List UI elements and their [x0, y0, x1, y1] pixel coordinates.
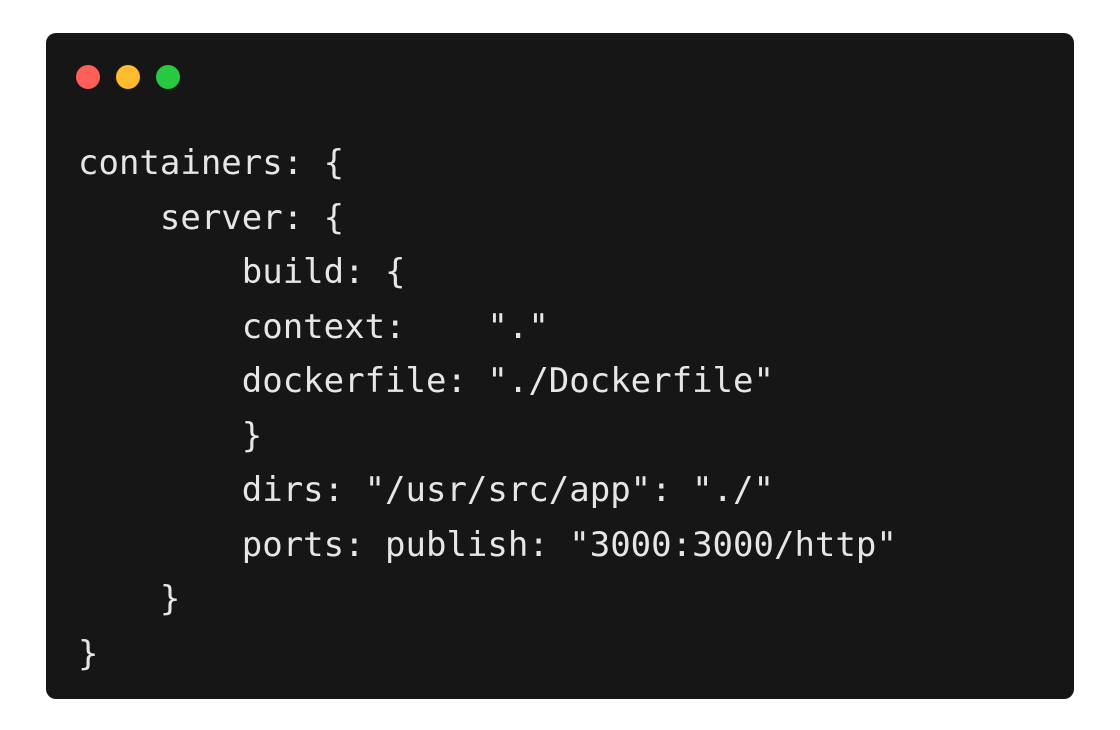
minimize-button[interactable]: [116, 65, 140, 89]
code-line: dockerfile: "./Dockerfile": [78, 361, 774, 401]
code-line: containers: {: [78, 143, 345, 183]
code-line: }: [78, 633, 99, 674]
code-window: containers: { server: { build: { context…: [46, 33, 1074, 699]
code-line: ports: publish: "3000:3000/http": [78, 524, 897, 565]
code-line: build: {: [78, 252, 406, 292]
zoom-button[interactable]: [156, 65, 180, 89]
code-line: dirs: "/usr/src/app": "./": [78, 470, 774, 510]
code-block: containers: { server: { build: { context…: [78, 141, 897, 686]
code-line: server: {: [78, 197, 345, 238]
code-line: }: [78, 579, 181, 619]
close-button[interactable]: [76, 65, 100, 89]
page: containers: { server: { build: { context…: [0, 0, 1120, 730]
code-line: context: ".": [78, 306, 549, 347]
code-line: }: [78, 415, 263, 456]
